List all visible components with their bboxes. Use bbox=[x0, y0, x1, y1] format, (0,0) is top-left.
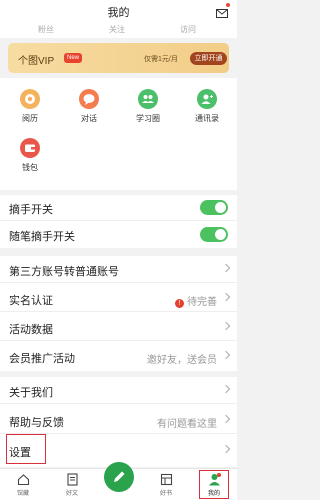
vip-banner[interactable]: 个图VIP New 仅需1元/月 立即开通 bbox=[8, 43, 229, 73]
notification-dot bbox=[226, 3, 230, 7]
row-value: 有问题看这里 bbox=[157, 419, 217, 430]
vip-price: 仅需1元/月 bbox=[144, 56, 178, 63]
vip-open-button[interactable]: 立即开通 bbox=[190, 52, 227, 65]
note-excerpt-toggle[interactable] bbox=[200, 227, 228, 242]
home-icon bbox=[17, 473, 30, 486]
chevron-right-icon bbox=[221, 292, 231, 302]
article-icon bbox=[66, 473, 79, 486]
feature-label: 钱包 bbox=[22, 163, 38, 172]
tab-label: 好文 bbox=[65, 491, 78, 497]
feature-study-circle[interactable]: 学习圈 bbox=[126, 89, 170, 127]
chevron-right-icon bbox=[221, 384, 231, 394]
pen-icon bbox=[114, 471, 125, 482]
contacts-icon bbox=[197, 89, 217, 109]
row-label: 会员推广活动 bbox=[9, 353, 75, 365]
mail-icon[interactable] bbox=[216, 3, 230, 18]
compose-button[interactable] bbox=[104, 462, 134, 492]
settings-group-account: 第三方账号转普通账号 实名认证 ! 待完善 活动数据 会员推广活动 邀好友，送会员 bbox=[0, 256, 237, 371]
book-icon bbox=[160, 473, 173, 486]
row-label: 实名认证 bbox=[9, 295, 53, 307]
settings-row-help[interactable]: 帮助与反馈 有问题看这里 bbox=[0, 408, 237, 434]
stat-following[interactable]: 关注 bbox=[109, 24, 125, 35]
excerpt-toggle[interactable] bbox=[200, 200, 228, 215]
profile-header: 我的 粉丝 关注 访问 bbox=[0, 0, 237, 38]
toggle-section: 摘手开关 随笔摘手开关 bbox=[0, 195, 237, 248]
toggle-row-note-excerpt: 随笔摘手开关 bbox=[0, 222, 237, 248]
toggle-label: 随笔摘手开关 bbox=[9, 231, 75, 243]
row-value: ! 待完善 bbox=[175, 293, 217, 308]
feature-wallet[interactable]: 钱包 bbox=[8, 138, 52, 176]
real-name-status: 待完善 bbox=[187, 297, 217, 308]
vip-name: 个图VIP bbox=[18, 56, 55, 67]
profile-stats: 粉丝 关注 访问 bbox=[0, 24, 237, 36]
row-label: 关于我们 bbox=[9, 387, 53, 399]
stat-visits[interactable]: 访问 bbox=[180, 24, 196, 35]
chevron-right-icon bbox=[221, 414, 231, 424]
history-icon bbox=[20, 89, 40, 109]
chevron-right-icon bbox=[221, 263, 231, 273]
row-value: 邀好友，送会员 bbox=[147, 355, 217, 366]
tab-articles[interactable]: 好文 bbox=[57, 473, 87, 497]
settings-row-real-name[interactable]: 实名认证 ! 待完善 bbox=[0, 286, 237, 312]
warning-icon: ! bbox=[175, 299, 184, 308]
tab-collection[interactable]: 馆藏 bbox=[8, 473, 38, 497]
row-label: 第三方账号转普通账号 bbox=[9, 266, 119, 278]
settings-row-third-party[interactable]: 第三方账号转普通账号 bbox=[0, 257, 237, 283]
feature-label: 阅历 bbox=[22, 114, 38, 123]
wallet-icon bbox=[20, 138, 40, 158]
feature-history[interactable]: 阅历 bbox=[8, 89, 52, 127]
chevron-right-icon bbox=[221, 350, 231, 360]
toggle-label: 摘手开关 bbox=[9, 204, 53, 216]
chat-icon bbox=[79, 89, 99, 109]
toggle-row-excerpt: 摘手开关 bbox=[0, 195, 237, 221]
feature-chat[interactable]: 对话 bbox=[67, 89, 111, 127]
row-label: 活动数据 bbox=[9, 324, 53, 336]
feature-contacts[interactable]: 通讯录 bbox=[185, 89, 229, 127]
profile-tab-highlight-box bbox=[199, 470, 229, 499]
tab-books[interactable]: 好书 bbox=[151, 473, 181, 497]
row-label: 帮助与反馈 bbox=[9, 417, 64, 429]
chevron-right-icon bbox=[221, 321, 231, 331]
chevron-right-icon bbox=[221, 444, 231, 454]
feature-label: 对话 bbox=[81, 114, 97, 123]
tab-label: 馆藏 bbox=[16, 491, 29, 497]
new-badge: New bbox=[64, 53, 83, 63]
study-circle-icon bbox=[138, 89, 158, 109]
stat-fans[interactable]: 粉丝 bbox=[38, 24, 54, 35]
feature-grid: 阅历 对话 学习圈 通讯录 钱包 bbox=[0, 78, 237, 190]
tab-label: 好书 bbox=[159, 491, 172, 497]
settings-highlight-box bbox=[6, 434, 46, 464]
feature-label: 通讯录 bbox=[195, 114, 219, 123]
settings-row-about[interactable]: 关于我们 bbox=[0, 378, 237, 404]
settings-row-activity-data[interactable]: 活动数据 bbox=[0, 315, 237, 341]
settings-row-member-promo[interactable]: 会员推广活动 邀好友，送会员 bbox=[0, 344, 237, 370]
page-title: 我的 bbox=[107, 7, 130, 19]
feature-label: 学习圈 bbox=[136, 114, 160, 123]
